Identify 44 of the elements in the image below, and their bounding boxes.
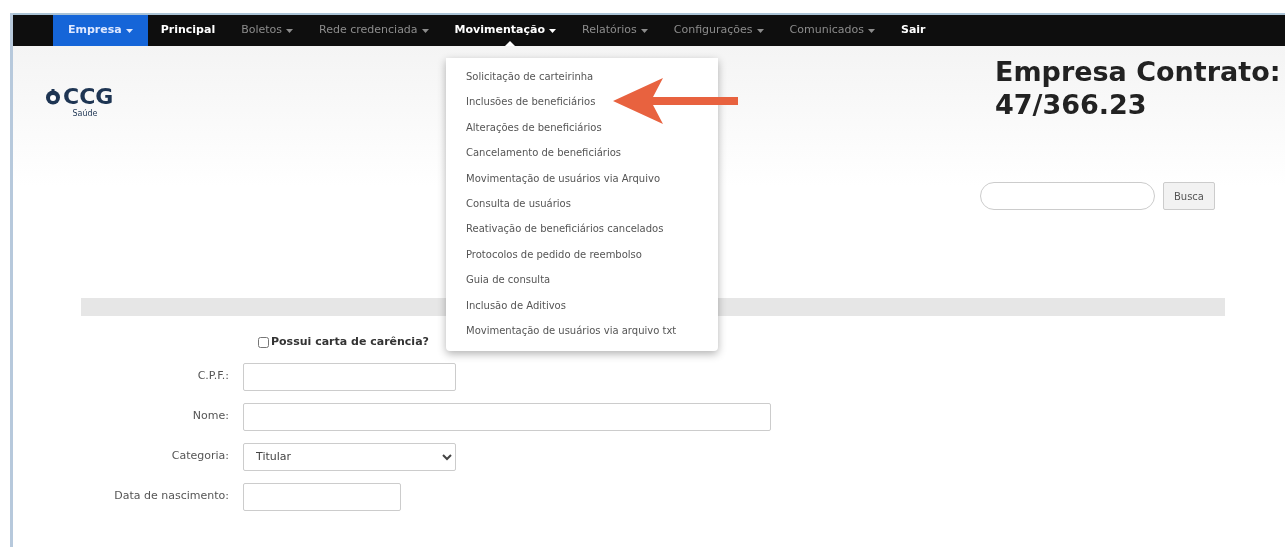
logo: CCG [45,86,125,108]
arrow-icon [613,78,738,124]
checkbox-label: Possui carta de carência? [271,334,429,350]
nav-item[interactable]: Boletos [228,15,307,46]
menu-item[interactable]: Cancelamento de beneficiários [446,140,718,166]
nav-item[interactable]: Sair [887,15,939,46]
page-title: Empresa Contrato: [995,56,1282,89]
menu-item[interactable]: Movimentação de usuários via Arquivo [446,165,718,191]
menu-item[interactable]: Alterações de beneficiários [446,114,718,141]
nav-item[interactable]: Comunicados [776,15,888,46]
caret-icon [286,28,294,33]
caret-icon [125,28,133,33]
nav-item[interactable]: Empresa [53,15,148,46]
nav-item[interactable]: Configurações [660,15,777,46]
contract-number: 47/366.23 [995,88,1148,122]
menu-item[interactable]: Inclusões de beneficiários [446,89,718,115]
menu-item[interactable]: Movimentação de usuários via arquivo txt [446,317,718,344]
caret-icon [756,28,764,33]
select-field[interactable]: Titular [243,442,456,471]
menu-item[interactable]: Protocolos de pedido de reembolso [446,241,718,268]
field-label: Data de nascimento: [113,488,230,505]
search-field[interactable] [979,182,1155,210]
menu-item[interactable]: Guia de consulta [446,267,718,293]
input-field[interactable] [243,362,456,391]
field-label: C.P.F.: [196,368,230,385]
logo-icon [45,89,61,105]
logo-subtitle: Saúde [71,108,99,120]
menu-item[interactable]: Inclusão de Aditivos [446,292,718,318]
input-field[interactable] [243,402,771,431]
menu-item[interactable]: Solicitação de carteirinha [446,64,718,90]
caret-icon [421,28,429,33]
menu-item[interactable]: Reativação de beneficiários cancelados [446,216,718,242]
input-field[interactable] [243,482,401,511]
nav-item[interactable]: Relatórios [569,15,661,46]
nav-item[interactable]: Principal [147,15,229,46]
caret-icon [549,28,556,33]
caret-icon [640,28,648,33]
menu-item[interactable]: Consulta de usuários [446,190,718,217]
search-button[interactable]: Busca [1162,182,1215,210]
field-label: Nome: [191,408,230,425]
caret-icon [867,28,875,33]
checkbox[interactable] [258,336,269,348]
field-label: Categoria: [170,448,230,465]
nav-item[interactable]: Rede credenciada [306,15,442,46]
